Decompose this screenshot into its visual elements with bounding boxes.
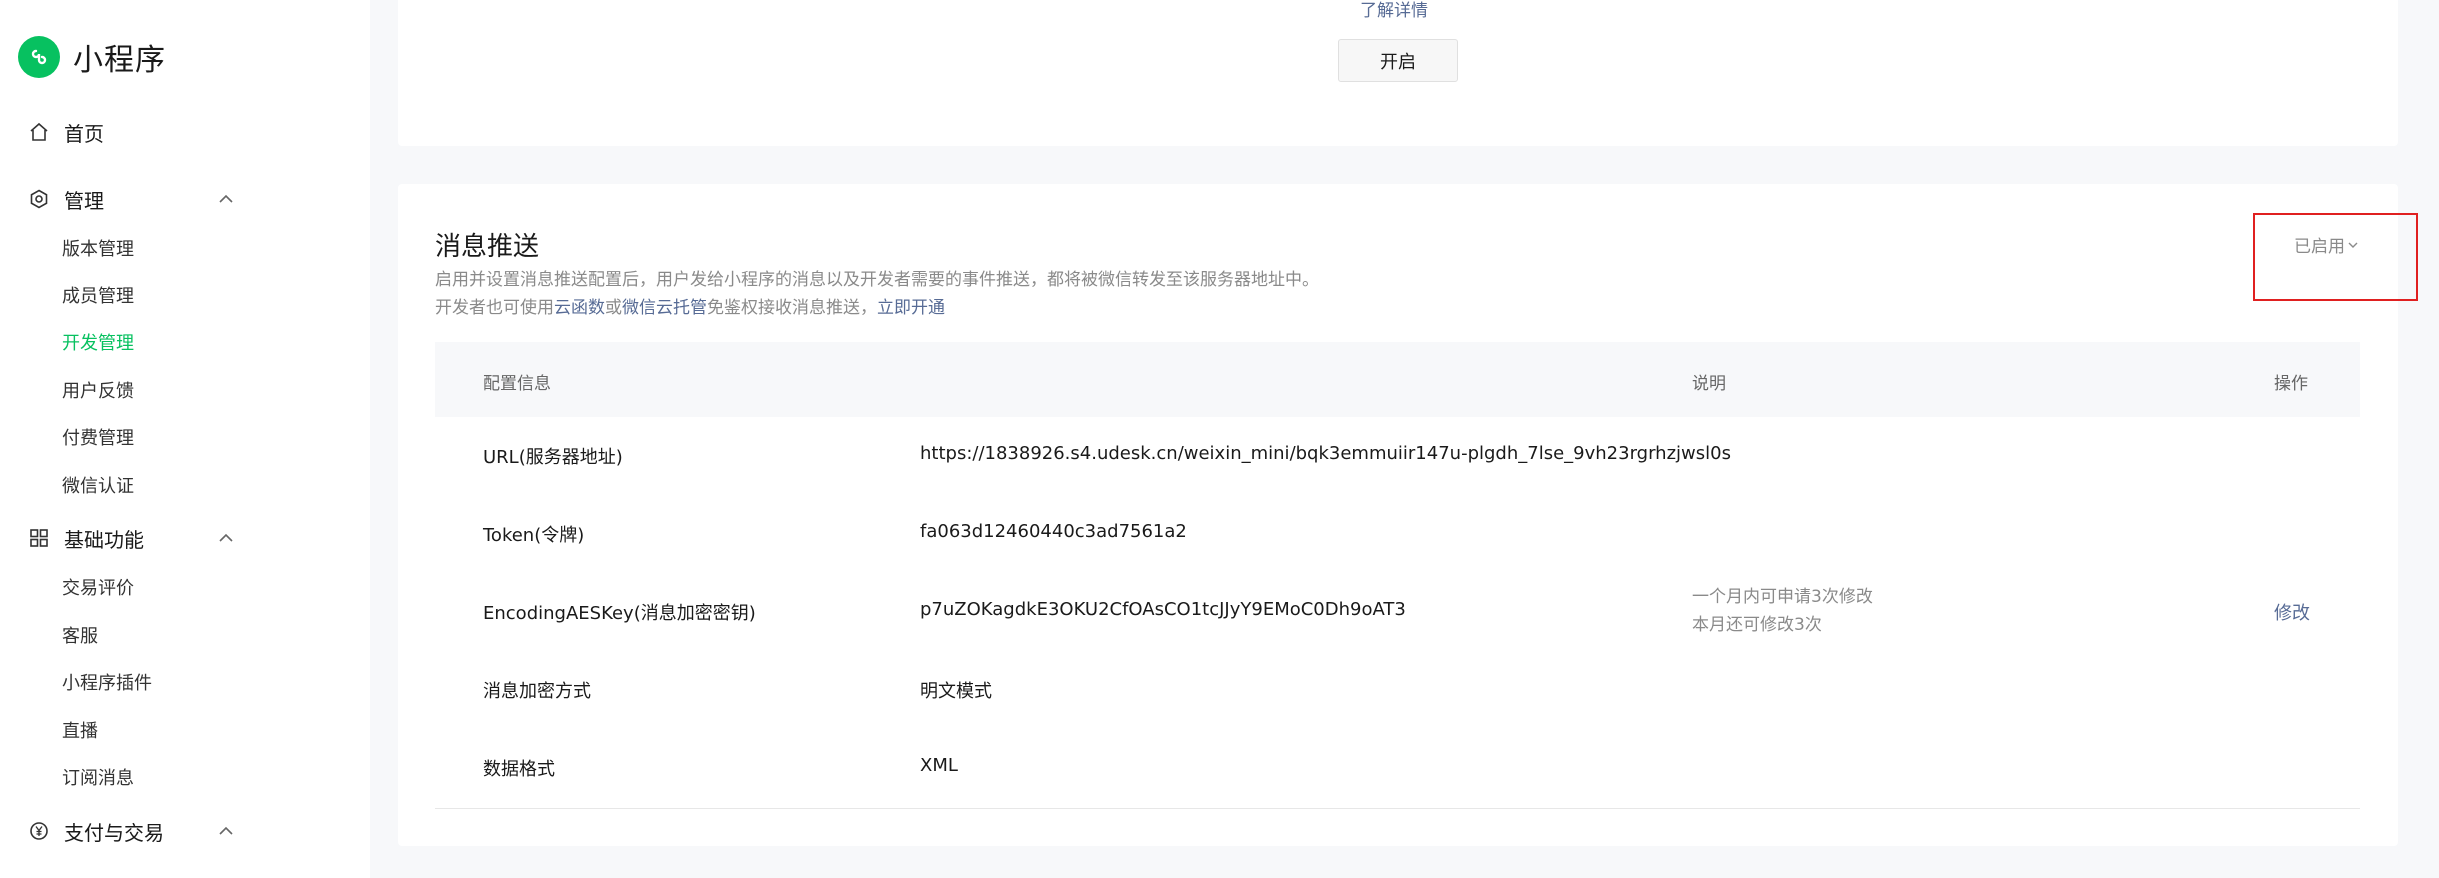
sidebar: 小程序 首页 管理 版本管理 成员管理 开发管理 用户反馈 付费管理 微信认证 …	[0, 0, 370, 878]
cloud-hosting-link[interactable]: 微信云托管	[622, 298, 707, 318]
row-label: URL(服务器地址)	[483, 447, 623, 468]
open-button[interactable]: 开启	[1338, 39, 1458, 82]
sidebar-item-home[interactable]: 首页	[28, 117, 104, 147]
sidebar-group-label: 支付与交易	[64, 820, 164, 845]
table-divider	[435, 808, 2360, 809]
sidebar-item-label: 首页	[64, 121, 104, 146]
desc-text: 开发者也可使用	[435, 298, 554, 318]
chevron-up-icon[interactable]	[216, 528, 236, 548]
row-label: Token(令牌)	[483, 525, 585, 546]
modify-link[interactable]: 修改	[2274, 599, 2310, 625]
highlight-box	[2253, 213, 2418, 301]
table-row: URL(服务器地址) https://1838926.s4.udesk.cn/w…	[435, 417, 2360, 495]
desc-text: 免鉴权接收消息推送，	[707, 298, 877, 318]
sidebar-item-version[interactable]: 版本管理	[62, 237, 134, 263]
sidebar-group-label: 管理	[64, 188, 104, 213]
sidebar-item-service[interactable]: 客服	[62, 624, 98, 650]
table-row: Token(令牌) fa063d12460440c3ad7561a2	[435, 495, 2360, 573]
chevron-up-icon[interactable]	[216, 189, 236, 209]
sidebar-item-live[interactable]: 直播	[62, 719, 98, 745]
sidebar-item-reviews[interactable]: 交易评价	[62, 576, 134, 602]
chevron-up-icon[interactable]	[216, 821, 236, 841]
status-dropdown[interactable]: 已启用	[2294, 232, 2359, 257]
brand[interactable]: 小程序	[18, 35, 166, 79]
row-note-2: 本月还可修改3次	[1692, 615, 1822, 635]
sidebar-item-certify[interactable]: 微信认证	[62, 474, 134, 500]
sidebar-item-feedback[interactable]: 用户反馈	[62, 379, 134, 405]
home-icon	[28, 121, 50, 143]
table-row: 消息加密方式 明文模式	[435, 651, 2360, 729]
sidebar-item-dev[interactable]: 开发管理	[62, 331, 134, 357]
sidebar-group-basic[interactable]: 基础功能	[28, 523, 144, 553]
learn-more-link[interactable]: 了解详情	[1360, 0, 1428, 21]
sidebar-item-plugins[interactable]: 小程序插件	[62, 671, 152, 697]
column-header-note: 说明	[1692, 374, 1726, 394]
miniprogram-logo-icon	[18, 36, 60, 78]
status-label: 已启用	[2294, 237, 2345, 257]
enable-now-link[interactable]: 立即开通	[877, 298, 945, 318]
row-value: p7uZOKagdkE3OKU2CfOAsCO1tcJJyY9EMoC0Dh9o…	[920, 599, 1406, 620]
sidebar-item-billing[interactable]: 付费管理	[62, 426, 134, 452]
sidebar-group-manage[interactable]: 管理	[28, 184, 104, 214]
row-value: XML	[920, 755, 958, 776]
desc-text: 或	[605, 298, 622, 318]
table-row: 数据格式 XML	[435, 729, 2360, 807]
row-note-1: 一个月内可申请3次修改	[1692, 587, 1873, 607]
chevron-down-icon	[2348, 242, 2358, 248]
sidebar-item-members[interactable]: 成员管理	[62, 284, 134, 310]
column-header-action: 操作	[2274, 374, 2308, 394]
row-value: fa063d12460440c3ad7561a2	[920, 521, 1187, 542]
section-title: 消息推送	[435, 232, 540, 262]
table-header: 配置信息 说明 操作	[435, 342, 2360, 417]
hexagon-gear-icon	[28, 188, 50, 210]
grid-icon	[28, 527, 50, 549]
sidebar-item-subscribe[interactable]: 订阅消息	[62, 766, 134, 792]
feature-card: 了解详情 开启	[398, 0, 2398, 146]
brand-title: 小程序	[73, 43, 166, 78]
message-push-card: 消息推送 启用并设置消息推送配置后，用户发给小程序的消息以及开发者需要的事件推送…	[398, 184, 2418, 846]
section-description-2: 开发者也可使用云函数或微信云托管免鉴权接收消息推送，立即开通	[435, 293, 945, 318]
section-description: 启用并设置消息推送配置后，用户发给小程序的消息以及开发者需要的事件推送，都将被微…	[435, 270, 1319, 290]
yen-icon	[28, 820, 50, 842]
row-value: 明文模式	[920, 681, 992, 702]
column-header-config: 配置信息	[483, 374, 551, 394]
sidebar-group-label: 基础功能	[64, 527, 144, 552]
row-label: EncodingAESKey(消息加密密钥)	[483, 603, 756, 624]
sidebar-group-pay[interactable]: 支付与交易	[28, 816, 164, 846]
table-row: EncodingAESKey(消息加密密钥) p7uZOKagdkE3OKU2C…	[435, 573, 2360, 651]
row-label: 数据格式	[483, 759, 555, 780]
row-label: 消息加密方式	[483, 681, 591, 702]
cloud-function-link[interactable]: 云函数	[554, 298, 605, 318]
row-value: https://1838926.s4.udesk.cn/weixin_mini/…	[920, 443, 1731, 464]
